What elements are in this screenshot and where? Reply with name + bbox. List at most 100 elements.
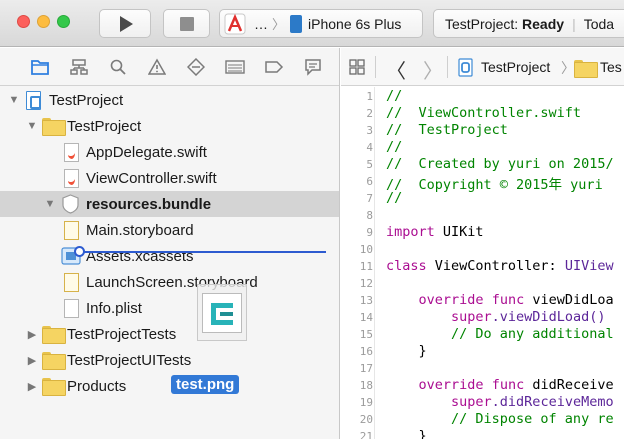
navigator-tab-bar xyxy=(0,48,339,86)
disclosure-collapsed-icon: ▶ xyxy=(27,328,37,341)
gauge-lines-icon xyxy=(224,59,245,74)
line-number: 9 xyxy=(366,226,373,239)
code-line[interactable]: 13 override func viewDidLoa xyxy=(341,292,624,309)
line-number: 18 xyxy=(359,379,373,392)
status-extra: Toda xyxy=(583,15,615,32)
line-number: 13 xyxy=(359,294,373,307)
window-toolbar: … 〉 iPhone 6s Plus TestProject: Ready | To… xyxy=(0,0,624,47)
tree-item-label: Info.plist xyxy=(86,299,142,317)
disclosure-collapsed-icon: ▶ xyxy=(27,380,37,393)
jump-bar-project[interactable]: TestProject xyxy=(481,59,550,75)
line-number: 21 xyxy=(359,430,373,439)
bundle-icon xyxy=(62,194,79,218)
code-text: super.didReceiveMemo xyxy=(451,394,614,410)
line-number: 11 xyxy=(359,260,373,273)
tree-item-products-group[interactable]: ▶ Products xyxy=(0,373,339,399)
line-number: 6 xyxy=(366,175,373,188)
code-line[interactable]: 1 // xyxy=(341,88,624,105)
code-line[interactable]: 12 xyxy=(341,275,624,292)
code-line[interactable]: 8 xyxy=(341,207,624,224)
line-number: 5 xyxy=(366,158,373,171)
code-text: // Dispose of any re xyxy=(386,411,614,427)
tree-item-project-root[interactable]: ▼ TestProject xyxy=(0,87,339,113)
code-line[interactable]: 17 xyxy=(341,360,624,377)
line-number: 4 xyxy=(366,141,373,154)
test-diamond-icon xyxy=(186,57,205,76)
folder-icon xyxy=(42,325,66,344)
tab-test-navigator[interactable] xyxy=(176,56,215,78)
code-line[interactable]: 6// Copyright © 2015年 yuri xyxy=(341,173,624,193)
tree-item-tests-group[interactable]: ▶ TestProjectTests xyxy=(0,321,339,347)
code-line[interactable]: 5 // Created by yuri on 2015/ xyxy=(341,156,624,173)
code-line[interactable]: 2 // ViewController.swift xyxy=(341,105,624,122)
tab-find-navigator[interactable] xyxy=(98,56,137,78)
storyboard-file-icon xyxy=(64,273,79,292)
tree-item-launchscreen[interactable]: LaunchScreen.storyboard xyxy=(0,269,339,295)
tree-item-label: TestProject xyxy=(49,91,124,109)
tree-item-label: resources.bundle xyxy=(86,195,212,213)
line-number: 2 xyxy=(366,107,373,120)
code-line[interactable]: 11 class ViewController: UIView xyxy=(341,258,624,275)
tree-item-resources-bundle[interactable]: ▼ resources.bundle xyxy=(0,191,339,218)
tab-project-navigator[interactable] xyxy=(20,56,59,78)
tree-item-group-testproject[interactable]: ▼ TestProject xyxy=(0,113,339,139)
forward-chevron-icon[interactable]: 〉 xyxy=(423,55,443,84)
zoom-window-button[interactable] xyxy=(57,15,70,28)
line-number: 3 xyxy=(366,124,373,137)
tree-item-info-plist[interactable]: Info.plist xyxy=(0,295,339,321)
tab-symbol-navigator[interactable] xyxy=(59,56,98,78)
code-text: // TestProject xyxy=(386,122,508,138)
source-editor: 〈 〉 TestProject 〉 Tes 1 // 2 // ViewControl… xyxy=(341,48,624,439)
activity-status: TestProject: Ready | Toda xyxy=(433,9,624,38)
run-button[interactable] xyxy=(99,9,151,38)
code-line[interactable]: 20 // Dispose of any re xyxy=(341,411,624,428)
code-text: override func viewDidLoa xyxy=(418,292,614,308)
code-line[interactable]: 10 xyxy=(341,241,624,258)
minimize-window-button[interactable] xyxy=(37,15,50,28)
jump-bar-folder[interactable]: Tes xyxy=(600,59,622,75)
close-window-button[interactable] xyxy=(17,15,30,28)
plist-file-icon xyxy=(64,299,79,318)
code-line[interactable]: 15 // Do any additional xyxy=(341,326,624,343)
tab-issue-navigator[interactable] xyxy=(137,56,176,78)
tab-debug-navigator[interactable] xyxy=(215,56,254,78)
code-text: // xyxy=(386,190,403,206)
tree-item-uitests-group[interactable]: ▶ TestProjectUITests xyxy=(0,347,339,373)
image-thumbnail-icon xyxy=(202,292,242,333)
related-items-icon[interactable] xyxy=(349,59,365,75)
tree-item-appdelegate[interactable]: AppDelegate.swift xyxy=(0,139,339,165)
tree-item-viewcontroller[interactable]: ViewController.swift xyxy=(0,165,339,191)
tab-breakpoint-navigator[interactable] xyxy=(254,56,293,78)
jump-bar-divider xyxy=(447,56,448,78)
code-line[interactable]: 4 // xyxy=(341,139,624,156)
swift-file-icon xyxy=(64,169,79,188)
tree-item-label: Products xyxy=(67,377,127,395)
disclosure-expanded-icon: ▼ xyxy=(26,120,38,132)
dragged-file-preview[interactable] xyxy=(197,284,247,341)
code-line[interactable]: 3 // TestProject xyxy=(341,122,624,139)
code-line[interactable]: 16 } xyxy=(341,343,624,360)
folder-icon xyxy=(574,59,598,78)
code-line[interactable]: 21 } xyxy=(341,428,624,439)
code-line[interactable]: 19 super.didReceiveMemo xyxy=(341,394,624,411)
code-text: // xyxy=(386,139,403,155)
code-text: class ViewController: UIView xyxy=(386,258,614,274)
tree-item-assets[interactable]: Assets.xcassets xyxy=(0,243,339,269)
back-chevron-icon[interactable]: 〈 xyxy=(386,55,406,84)
code-text: } xyxy=(386,343,427,359)
scheme-selector[interactable]: … 〉 iPhone 6s Plus xyxy=(219,9,423,38)
tab-report-navigator[interactable] xyxy=(293,56,332,78)
code-line[interactable]: 7 // xyxy=(341,190,624,207)
line-number: 12 xyxy=(359,277,373,290)
code-line[interactable]: 18 override func didReceive xyxy=(341,377,624,394)
chevron-right-icon: 〉 xyxy=(561,60,575,76)
code-line[interactable]: 14 super.viewDidLoad() xyxy=(341,309,624,326)
status-divider: | xyxy=(572,15,576,32)
breakpoint-icon xyxy=(264,60,283,73)
stop-button[interactable] xyxy=(163,9,210,38)
tree-item-main-storyboard[interactable]: Main.storyboard xyxy=(0,217,339,243)
code-line[interactable]: 9 import UIKit xyxy=(341,224,624,241)
iphone-icon xyxy=(290,14,303,33)
xcode-project-icon xyxy=(458,58,473,80)
line-number: 7 xyxy=(366,192,373,205)
